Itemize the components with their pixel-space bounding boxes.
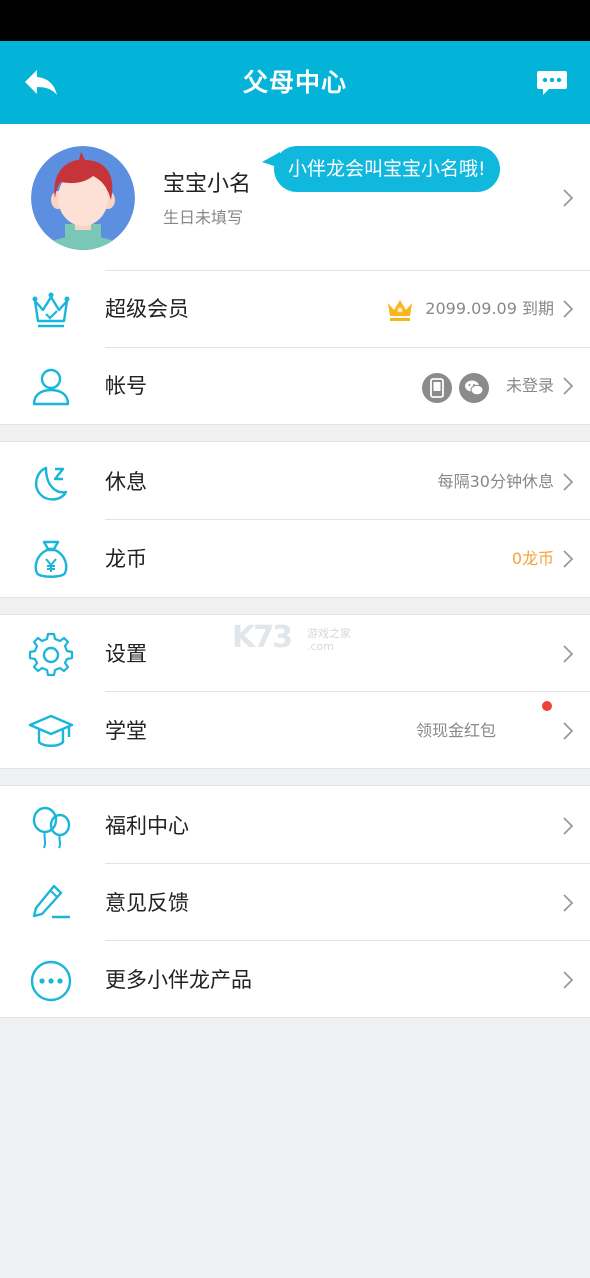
row-welfare[interactable]: 福利中心: [0, 788, 590, 864]
coin-balance: 0龙币: [511, 549, 554, 568]
row-school[interactable]: 学堂 领现金红包: [0, 693, 590, 769]
chevron-right-icon: [563, 817, 574, 835]
page-title: 父母中心: [242, 68, 347, 97]
birthday-text: 生日未填写: [163, 208, 244, 227]
moon-sleep-icon: [34, 466, 68, 501]
chevron-right-icon: [563, 473, 574, 491]
section-separator: [0, 768, 590, 786]
row-label: 超级会员: [105, 297, 189, 321]
divider: [105, 691, 590, 692]
chevron-right-icon: [563, 300, 574, 318]
row-vip[interactable]: 超级会员 2099.09.09 到期: [0, 271, 590, 347]
graduation-cap-icon: [28, 714, 74, 747]
notification-dot: [542, 701, 552, 711]
divider: [105, 519, 590, 520]
row-label: 龙币: [105, 547, 147, 571]
user-icon: [32, 368, 70, 406]
row-more-products[interactable]: 更多小伴龙产品: [0, 942, 590, 1018]
status-bar: [0, 0, 590, 41]
row-label: 学堂: [105, 719, 147, 743]
row-label: 福利中心: [105, 814, 189, 838]
divider: [105, 863, 590, 864]
chevron-right-icon: [563, 894, 574, 912]
row-label: 设置: [105, 642, 147, 666]
row-feedback[interactable]: 意见反馈: [0, 865, 590, 941]
chevron-right-icon: [563, 189, 574, 207]
crown-icon: [32, 292, 70, 328]
top-bar: 父母中心: [0, 41, 590, 124]
login-status: 未登录: [505, 376, 554, 395]
chevron-right-icon: [563, 971, 574, 989]
gear-icon: [28, 632, 74, 677]
row-label: 休息: [105, 470, 147, 494]
row-account[interactable]: 帐号 未登录: [0, 348, 590, 424]
name-hint-bubble: 小伴龙会叫宝宝小名哦!: [274, 146, 500, 192]
divider: [0, 1017, 590, 1018]
money-bag-icon: [34, 540, 68, 578]
chevron-right-icon: [563, 377, 574, 395]
row-label: 帐号: [105, 374, 147, 398]
phone-login-icon[interactable]: [422, 373, 452, 403]
chat-bubble-icon: [537, 71, 567, 95]
rest-interval: 每隔30分钟休息: [437, 472, 554, 491]
baby-name: 宝宝小名: [163, 172, 252, 197]
divider: [105, 940, 590, 941]
row-rest[interactable]: 休息 每隔30分钟休息: [0, 444, 590, 520]
chevron-right-icon: [563, 550, 574, 568]
wechat-login-icon[interactable]: [459, 373, 489, 403]
balloon-icon: [32, 806, 71, 849]
message-button[interactable]: [532, 63, 572, 103]
row-coins[interactable]: 龙币 0龙币: [0, 521, 590, 597]
row-label: 意见反馈: [105, 891, 189, 915]
more-dots-icon: [30, 960, 72, 1002]
watermark: K73 游戏之家 .com: [232, 620, 351, 655]
chevron-right-icon: [563, 722, 574, 740]
section-separator: [0, 597, 590, 615]
avatar[interactable]: [31, 146, 135, 250]
vip-expiry: 2099.09.09 到期: [425, 299, 554, 318]
school-promo: 领现金红包: [415, 721, 496, 740]
chevron-right-icon: [563, 645, 574, 663]
vip-crown-icon: [388, 300, 412, 321]
row-label: 更多小伴龙产品: [105, 968, 252, 992]
pen-edit-icon: [32, 884, 70, 919]
section-separator: [0, 424, 590, 442]
